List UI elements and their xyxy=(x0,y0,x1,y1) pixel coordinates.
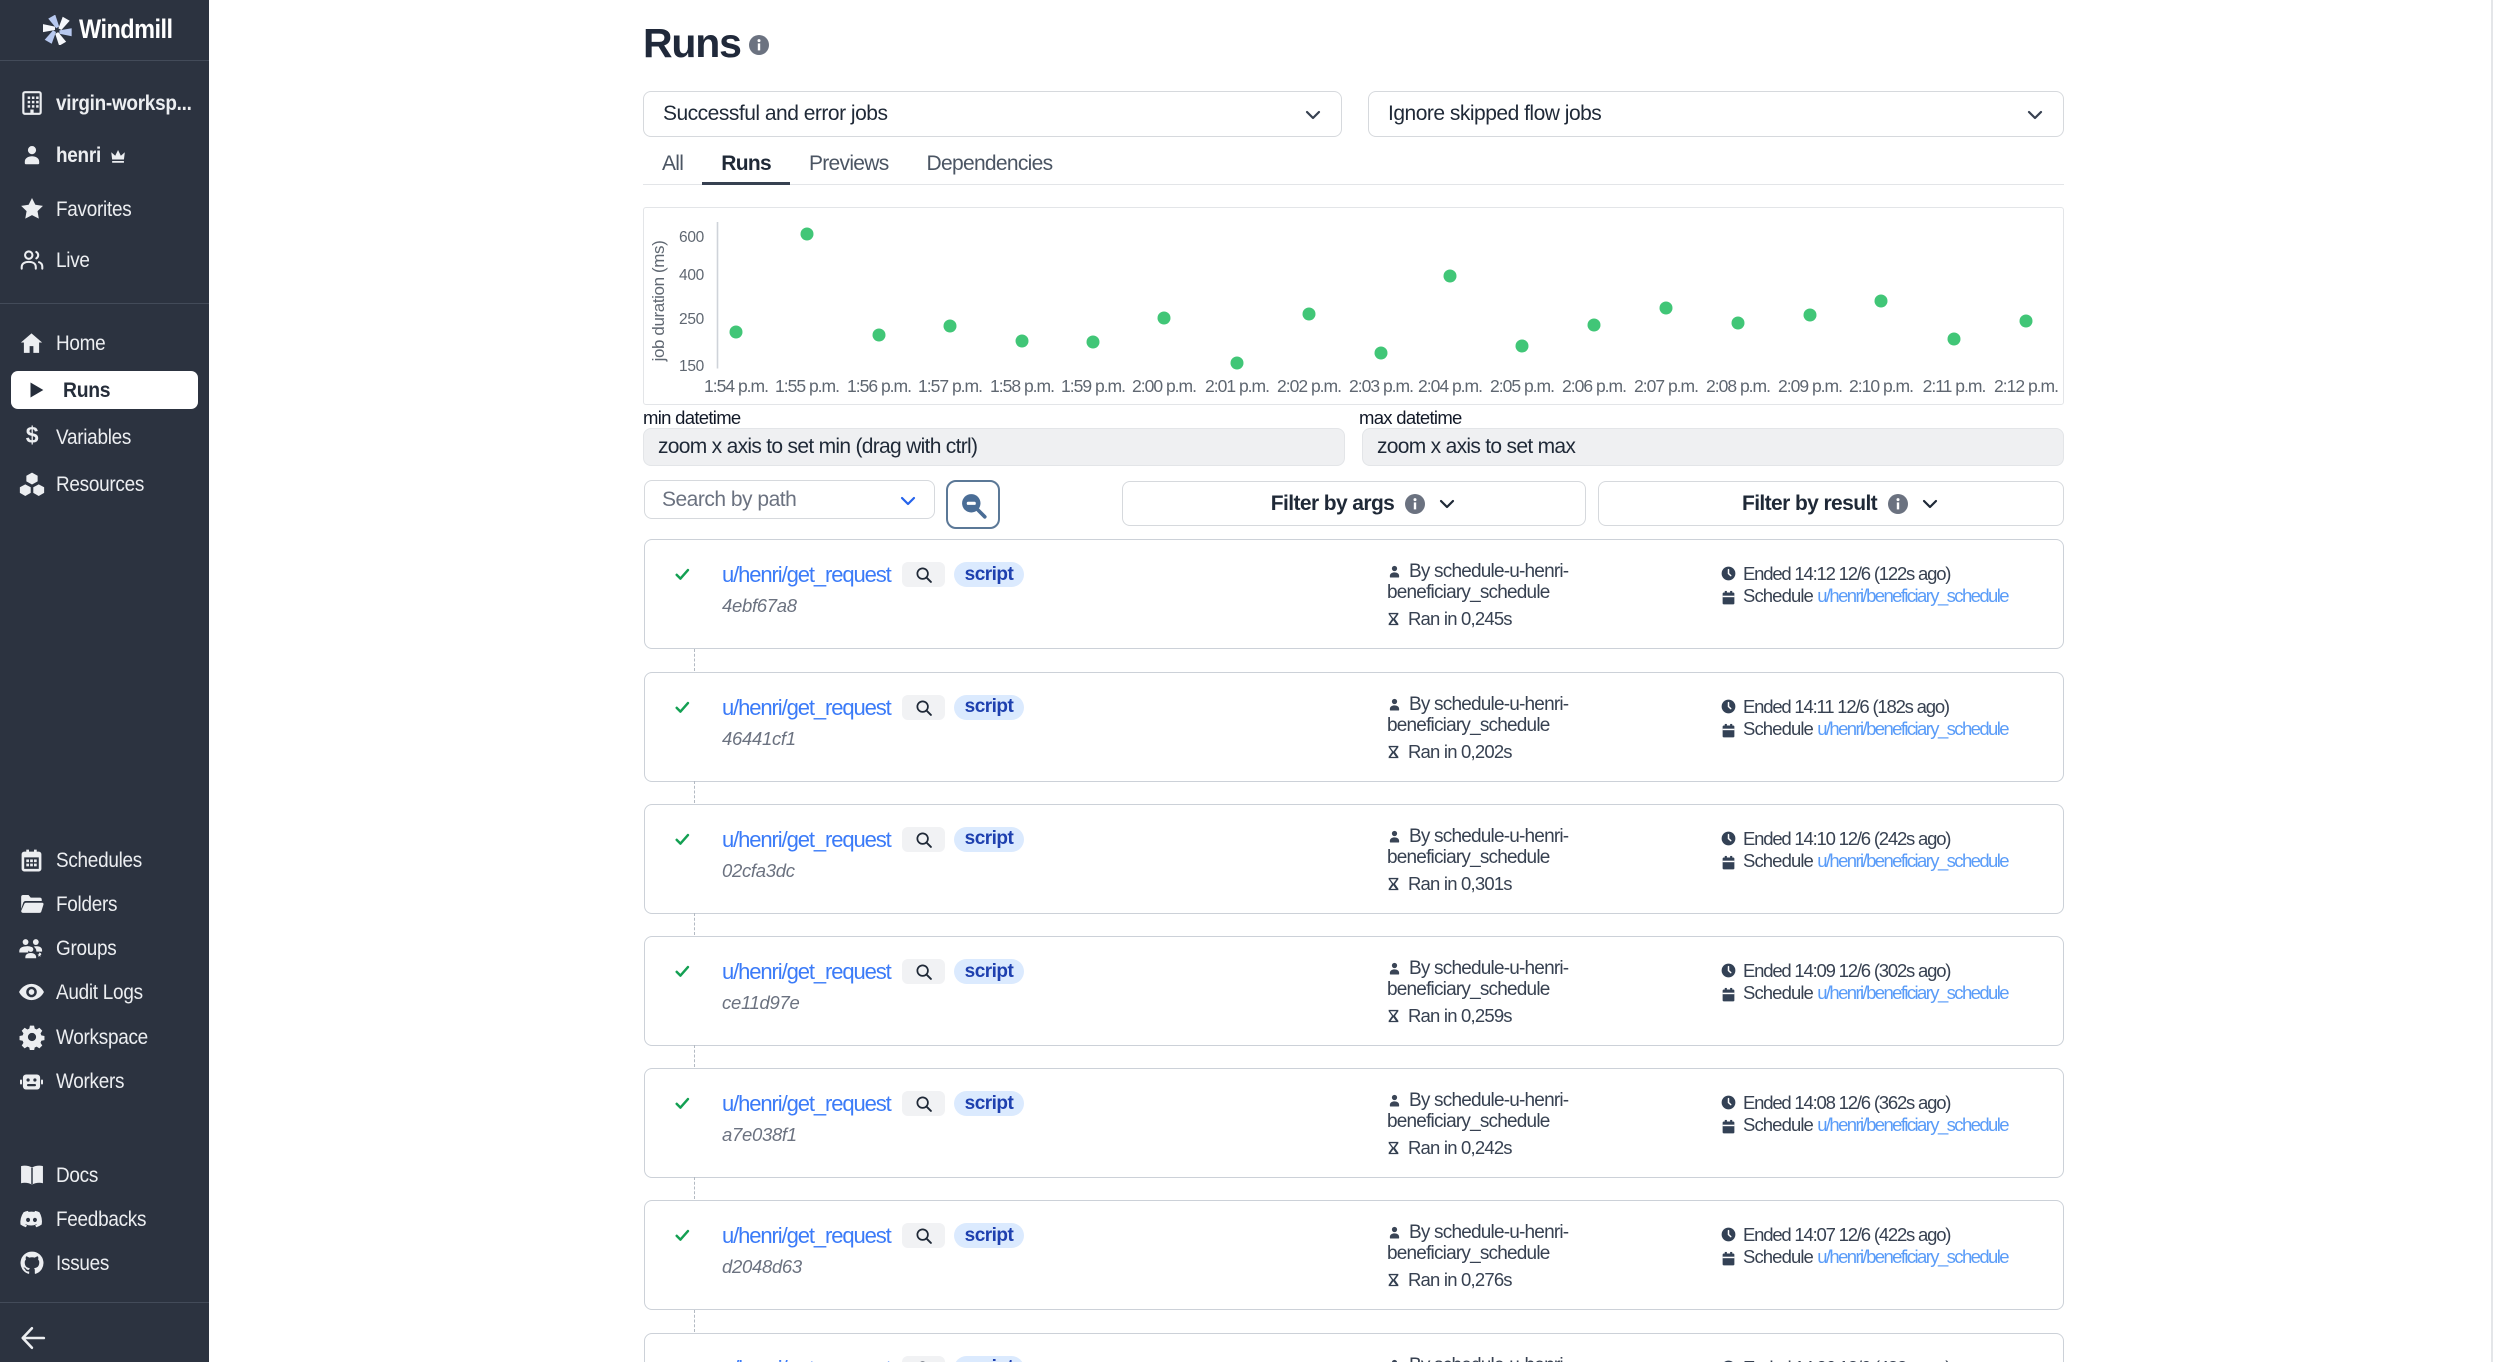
svg-text:250: 250 xyxy=(679,311,705,328)
svg-text:1:57 p.m.: 1:57 p.m. xyxy=(918,376,982,396)
svg-text:600: 600 xyxy=(679,229,705,246)
svg-text:1:58 p.m.: 1:58 p.m. xyxy=(990,376,1054,396)
svg-text:2:08 p.m.: 2:08 p.m. xyxy=(1706,376,1770,396)
svg-text:400: 400 xyxy=(679,267,705,284)
svg-text:2:03 p.m.: 2:03 p.m. xyxy=(1349,376,1413,396)
svg-text:2:02 p.m.: 2:02 p.m. xyxy=(1277,376,1341,396)
svg-text:1:54 p.m.: 1:54 p.m. xyxy=(704,376,768,396)
svg-text:2:00 p.m.: 2:00 p.m. xyxy=(1132,376,1196,396)
svg-text:2:11 p.m.: 2:11 p.m. xyxy=(1923,376,1986,396)
svg-text:job duration (ms): job duration (ms) xyxy=(649,241,668,363)
svg-text:$: $ xyxy=(25,424,38,448)
svg-text:1:59 p.m.: 1:59 p.m. xyxy=(1061,376,1125,396)
svg-text:2:09 p.m.: 2:09 p.m. xyxy=(1778,376,1842,396)
svg-text:2:12 p.m.: 2:12 p.m. xyxy=(1994,376,2058,396)
svg-text:150: 150 xyxy=(679,358,705,375)
svg-text:2:05 p.m.: 2:05 p.m. xyxy=(1490,376,1554,396)
svg-text:2:01 p.m.: 2:01 p.m. xyxy=(1205,376,1269,396)
svg-text:2:10 p.m.: 2:10 p.m. xyxy=(1849,376,1913,396)
svg-text:2:07 p.m.: 2:07 p.m. xyxy=(1634,376,1698,396)
svg-text:2:04 p.m.: 2:04 p.m. xyxy=(1418,376,1482,396)
svg-text:2:06 p.m.: 2:06 p.m. xyxy=(1562,376,1626,396)
svg-text:1:55 p.m.: 1:55 p.m. xyxy=(775,376,839,396)
svg-text:1:56 p.m.: 1:56 p.m. xyxy=(847,376,911,396)
